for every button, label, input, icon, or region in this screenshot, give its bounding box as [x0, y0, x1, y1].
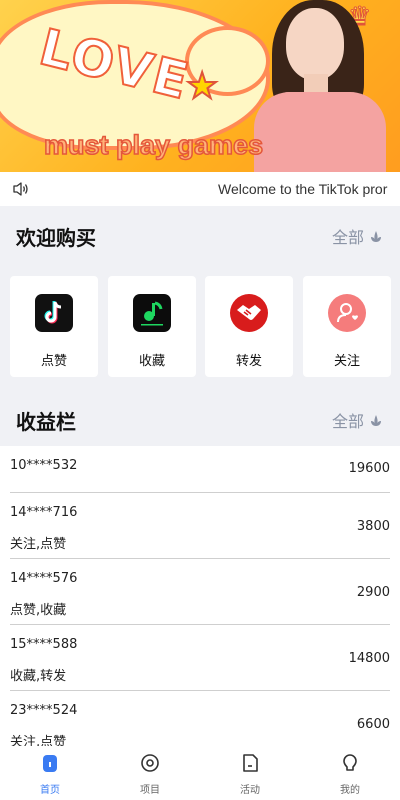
follow-user-icon [328, 294, 366, 332]
user-id: 10****532 [10, 458, 78, 473]
activity-icon [243, 754, 258, 772]
view-all-label: 全部 [331, 228, 364, 247]
list-item: 10****532 19600 [10, 446, 390, 493]
feature-card-label: 收藏 [138, 354, 165, 369]
earning-amount: 6600 [356, 717, 390, 732]
music-app-icon [133, 294, 171, 332]
list-item: 14****576 点赞,收藏 2900 [10, 559, 390, 625]
tab-activity[interactable]: 活动 [200, 746, 300, 800]
task-desc: 关注,点赞 [10, 735, 67, 746]
notice-bar: Welcome to the TikTok pror [0, 172, 400, 206]
handshake-icon [230, 294, 268, 332]
tab-mine[interactable]: 我的 [300, 746, 400, 800]
welcome-section-header: 欢迎购买 全部 [0, 206, 400, 262]
list-item: 14****716 关注,点赞 3800 [10, 493, 390, 559]
feature-card-share[interactable]: 转发 [205, 276, 293, 377]
view-all-label: 全部 [331, 412, 364, 431]
user-id: 23****524 [10, 703, 78, 718]
home-icon [43, 755, 57, 772]
bottom-tab-bar: 首页 项目 活动 我的 [0, 746, 400, 800]
welcome-view-all-button[interactable]: 全部 [332, 224, 384, 248]
flower-icon [371, 415, 381, 426]
feature-card-follow[interactable]: 关注 [303, 276, 391, 377]
star-icon: ★ [185, 65, 219, 108]
feature-card-label: 点赞 [40, 354, 67, 369]
tiktok-icon [35, 294, 73, 332]
tab-label: 项目 [140, 785, 160, 796]
feature-card-like[interactable]: 点赞 [10, 276, 98, 377]
earning-amount: 2900 [356, 585, 390, 600]
earnings-view-all-button[interactable]: 全部 [332, 408, 384, 432]
banner-tagline: must play games [43, 129, 264, 161]
tab-label: 首页 [40, 785, 60, 796]
user-id: 14****576 [10, 571, 78, 586]
feature-card-favorite[interactable]: 收藏 [108, 276, 196, 377]
task-desc: 点赞,收藏 [10, 603, 67, 618]
earning-amount: 3800 [356, 519, 390, 534]
tab-home[interactable]: 首页 [0, 746, 100, 800]
flower-icon [371, 231, 381, 242]
task-desc: 关注,点赞 [10, 537, 67, 552]
earnings-section-header: 收益栏 全部 [0, 390, 400, 446]
earnings-list: 10****532 19600 14****716 关注,点赞 3800 14*… [0, 446, 400, 746]
profile-icon [343, 754, 357, 771]
speaker-icon [13, 182, 28, 196]
banner-model-image [254, 0, 386, 172]
tab-label: 活动 [240, 785, 260, 796]
user-id: 15****588 [10, 637, 78, 652]
welcome-section-title: 欢迎购买 [16, 226, 96, 250]
notice-text: Welcome to the TikTok pror [218, 181, 388, 197]
promo-banner[interactable]: LOVE ★ ♛ must play games [0, 0, 400, 172]
earnings-section-title: 收益栏 [16, 410, 76, 434]
user-id: 14****716 [10, 505, 78, 520]
earning-amount: 19600 [348, 461, 390, 476]
feature-cards: 点赞 收藏 转发 关注 [0, 268, 400, 396]
feature-card-label: 转发 [235, 354, 262, 369]
list-item: 23****524 关注,点赞 6600 [10, 691, 390, 746]
task-desc: 收藏,转发 [10, 669, 67, 684]
list-item: 15****588 收藏,转发 14800 [10, 625, 390, 691]
feature-card-label: 关注 [333, 354, 360, 369]
earning-amount: 14800 [348, 651, 390, 666]
project-icon [141, 754, 159, 772]
tab-project[interactable]: 项目 [100, 746, 200, 800]
tab-label: 我的 [340, 785, 360, 796]
